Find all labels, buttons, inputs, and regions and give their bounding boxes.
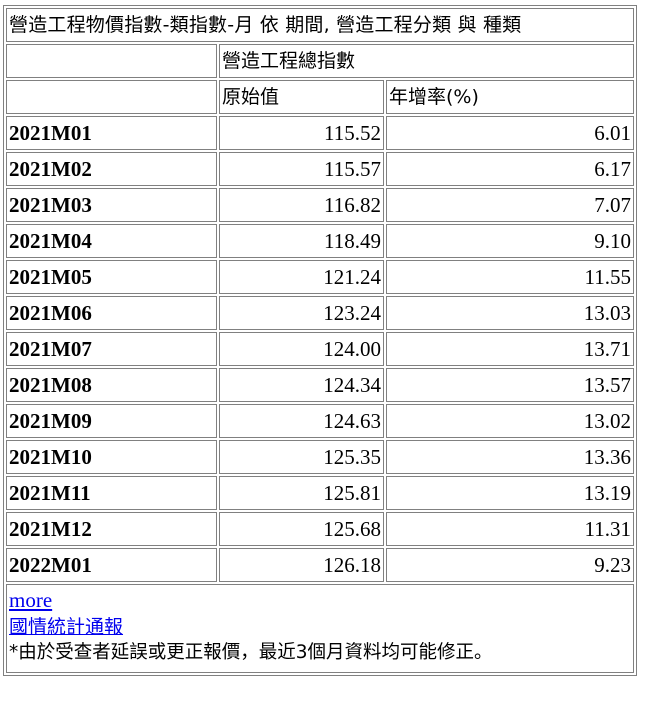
raw-value-cell: 123.24 — [219, 296, 384, 330]
period-cell: 2021M09 — [6, 404, 217, 438]
period-cell: 2021M02 — [6, 152, 217, 186]
yoy-cell: 13.57 — [386, 368, 634, 402]
yoy-cell: 13.71 — [386, 332, 634, 366]
period-cell: 2021M12 — [6, 512, 217, 546]
period-cell: 2021M01 — [6, 116, 217, 150]
national-statistics-bulletin-link[interactable]: 國情統計通報 — [9, 614, 123, 640]
table-row: 2021M04 118.49 9.10 — [6, 224, 634, 258]
yoy-cell: 13.03 — [386, 296, 634, 330]
raw-value-cell: 121.24 — [219, 260, 384, 294]
raw-value-cell: 125.81 — [219, 476, 384, 510]
table-row: 2021M01 115.52 6.01 — [6, 116, 634, 150]
period-cell: 2021M05 — [6, 260, 217, 294]
table-row: 2021M05 121.24 11.55 — [6, 260, 634, 294]
table-row: 2021M02 115.57 6.17 — [6, 152, 634, 186]
table-row: 2021M08 124.34 13.57 — [6, 368, 634, 402]
raw-value-cell: 115.57 — [219, 152, 384, 186]
raw-value-cell: 124.63 — [219, 404, 384, 438]
raw-value-cell: 126.18 — [219, 548, 384, 582]
yoy-cell: 11.31 — [386, 512, 634, 546]
table-row: 2022M01 126.18 9.23 — [6, 548, 634, 582]
yoy-cell: 11.55 — [386, 260, 634, 294]
period-cell: 2021M08 — [6, 368, 217, 402]
table-title: 營造工程物價指數-類指數-月 依 期間, 營造工程分類 與 種類 — [6, 8, 634, 42]
raw-value-cell: 118.49 — [219, 224, 384, 258]
period-cell: 2021M03 — [6, 188, 217, 222]
raw-value-cell: 125.68 — [219, 512, 384, 546]
column-header-row: 原始值 年增率(%) — [6, 80, 634, 114]
yoy-cell: 13.19 — [386, 476, 634, 510]
yoy-cell: 13.36 — [386, 440, 634, 474]
revision-note: *由於受查者延誤或更正報價，最近3個月資料均可能修正。 — [9, 642, 493, 663]
yoy-cell: 6.01 — [386, 116, 634, 150]
yoy-cell: 6.17 — [386, 152, 634, 186]
category-header-row: 營造工程總指數 — [6, 44, 634, 78]
table-row: 2021M10 125.35 13.36 — [6, 440, 634, 474]
period-cell: 2021M07 — [6, 332, 217, 366]
raw-value-cell: 125.35 — [219, 440, 384, 474]
raw-value-cell: 124.34 — [219, 368, 384, 402]
raw-value-cell: 124.00 — [219, 332, 384, 366]
table-row: 2021M12 125.68 11.31 — [6, 512, 634, 546]
yoy-cell: 9.10 — [386, 224, 634, 258]
more-link[interactable]: more — [9, 587, 52, 613]
yoy-cell: 13.02 — [386, 404, 634, 438]
period-cell: 2022M01 — [6, 548, 217, 582]
column-header-raw-value: 原始值 — [219, 80, 384, 114]
table-row: 2021M07 124.00 13.71 — [6, 332, 634, 366]
table-row: 2021M11 125.81 13.19 — [6, 476, 634, 510]
period-cell: 2021M11 — [6, 476, 217, 510]
category-header: 營造工程總指數 — [219, 44, 634, 78]
yoy-cell: 7.07 — [386, 188, 634, 222]
empty-header-cell — [6, 44, 217, 78]
raw-value-cell: 115.52 — [219, 116, 384, 150]
table-row: 2021M03 116.82 7.07 — [6, 188, 634, 222]
statistics-table-container: 營造工程物價指數-類指數-月 依 期間, 營造工程分類 與 種類 營造工程總指數… — [3, 5, 637, 676]
table-row: 2021M09 124.63 13.02 — [6, 404, 634, 438]
raw-value-cell: 116.82 — [219, 188, 384, 222]
column-header-yoy: 年增率(%) — [386, 80, 634, 114]
period-cell: 2021M10 — [6, 440, 217, 474]
period-cell: 2021M06 — [6, 296, 217, 330]
price-index-table: 營造工程物價指數-類指數-月 依 期間, 營造工程分類 與 種類 營造工程總指數… — [3, 5, 637, 676]
yoy-cell: 9.23 — [386, 548, 634, 582]
period-cell: 2021M04 — [6, 224, 217, 258]
footer-row: more 國情統計通報 *由於受查者延誤或更正報價，最近3個月資料均可能修正。 — [6, 584, 634, 673]
footer-cell: more 國情統計通報 *由於受查者延誤或更正報價，最近3個月資料均可能修正。 — [6, 584, 634, 673]
empty-header-cell — [6, 80, 217, 114]
title-row: 營造工程物價指數-類指數-月 依 期間, 營造工程分類 與 種類 — [6, 8, 634, 42]
table-row: 2021M06 123.24 13.03 — [6, 296, 634, 330]
